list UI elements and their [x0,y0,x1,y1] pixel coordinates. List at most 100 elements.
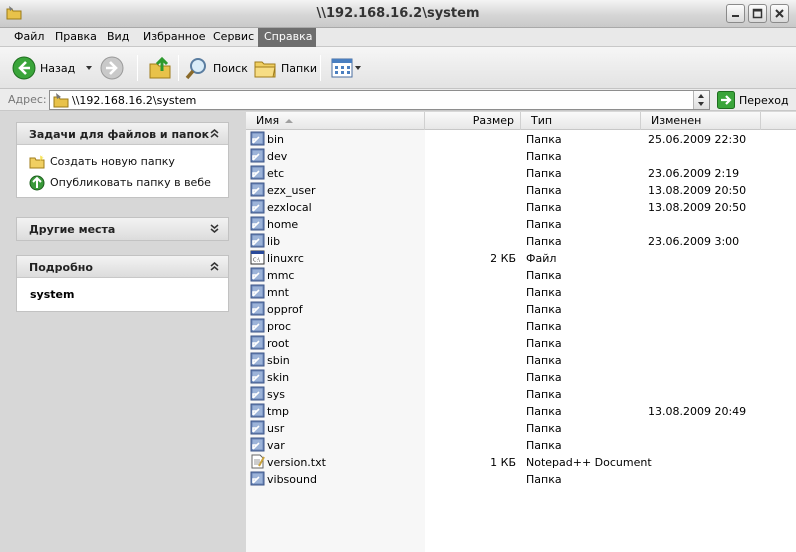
folder-shortcut-icon [250,165,265,180]
other-places-panel: Другие места [16,217,229,241]
toolbar-separator [320,55,321,81]
file-type: Папка [526,286,562,299]
address-input[interactable]: \\192.168.16.2\system [49,90,710,110]
file-icon: C:\ [250,250,265,265]
file-row[interactable]: proc Папка [246,318,796,335]
file-row[interactable]: sbin Папка [246,352,796,369]
go-button[interactable]: Переход [717,90,789,110]
file-row[interactable]: mmc Папка [246,267,796,284]
folder-shortcut-icon [250,437,265,452]
up-button[interactable] [148,53,172,83]
close-button[interactable] [770,4,789,23]
file-name: root [267,337,290,350]
file-modified: 23.06.2009 3:00 [648,235,740,248]
file-row[interactable]: ezx_user Папка 13.08.2009 20:50 [246,182,796,199]
file-type: Папка [526,320,562,333]
file-name: bin [267,133,285,146]
file-row[interactable]: root Папка [246,335,796,352]
folder-up-icon [149,56,171,79]
file-type: Папка [526,269,562,282]
folder-shortcut-icon [250,182,265,197]
folder-shortcut-icon [250,148,265,163]
address-dropdown-button[interactable] [693,91,709,109]
views-button[interactable] [330,53,362,83]
details-folder-name: system [30,288,75,301]
file-type: Файл [526,252,557,265]
minimize-button[interactable] [726,4,745,23]
other-places-header[interactable]: Другие места [17,218,228,240]
file-row[interactable]: usr Папка [246,420,796,437]
file-row[interactable]: C:\ linuxrc 2 КБ Файл [246,250,796,267]
close-icon [775,9,784,18]
file-type: Папка [526,439,562,452]
back-button[interactable]: Назад [12,53,95,83]
folder-shortcut-icon [250,369,265,384]
menu-favorites[interactable]: Избранное [137,28,211,47]
folder-shortcut-icon [250,267,265,282]
back-dropdown-icon[interactable] [83,63,95,73]
file-type: Папка [526,371,562,384]
file-name: ezxlocal [267,201,312,214]
details-header[interactable]: Подробно [17,256,228,278]
file-tasks-header[interactable]: Задачи для файлов и папок [17,123,228,145]
file-type: Папка [526,303,562,316]
file-row[interactable]: lib Папка 23.06.2009 3:00 [246,233,796,250]
folders-label: Папки [281,61,317,75]
file-row[interactable]: ezxlocal Папка 13.08.2009 20:50 [246,199,796,216]
menu-edit[interactable]: Правка [49,28,103,47]
back-arrow-icon [12,56,36,80]
file-row[interactable]: vibsound Папка [246,471,796,488]
file-name: dev [267,150,288,163]
column-header-name[interactable]: Имя [246,112,425,130]
file-row[interactable]: sys Папка [246,386,796,403]
title-bar: \\192.168.16.2\system [0,0,796,28]
file-name: usr [267,422,285,435]
file-name: version.txt [267,456,326,469]
file-row[interactable]: etc Папка 23.06.2009 2:19 [246,165,796,182]
file-name: tmp [267,405,290,418]
file-type: Папка [526,422,562,435]
file-list-view: Имя Размер Тип Изменен bin Папка 25.06.200… [246,112,796,552]
file-row[interactable]: version.txt 1 КБ Notepad++ Document [246,454,796,471]
collapse-chevron-icon [210,262,219,271]
column-header-modified[interactable]: Изменен [641,112,761,130]
file-type: Папка [526,218,562,231]
task-publish-web[interactable]: Опубликовать папку в вебе [17,172,228,193]
search-button[interactable]: Поиск [185,53,248,83]
menu-view[interactable]: Вид [101,28,135,47]
minimize-icon [732,15,739,17]
file-name: var [267,439,285,452]
text-document-icon [251,454,265,469]
file-name: vibsound [267,473,317,486]
maximize-button[interactable] [748,4,767,23]
menu-file[interactable]: Файл [8,28,50,47]
file-row[interactable]: var Папка [246,437,796,454]
folder-shortcut-icon [250,335,265,350]
file-row[interactable]: mnt Папка [246,284,796,301]
file-row[interactable]: dev Папка [246,148,796,165]
folders-button[interactable]: Папки [253,53,317,83]
address-text: \\192.168.16.2\system [72,94,197,107]
details-title: Подробно [29,261,93,274]
address-label: Адрес: [8,93,47,106]
column-header-type[interactable]: Тип [521,112,641,130]
toolbar: Назад Поиск Папки [0,47,796,89]
expand-chevron-icon [210,224,219,233]
folders-icon [254,61,276,78]
task-new-folder[interactable]: Создать новую папку [17,151,228,172]
file-type: Папка [526,388,562,401]
file-name: mnt [267,286,289,299]
file-type: Папка [526,354,562,367]
file-name: sbin [267,354,290,367]
column-header-size[interactable]: Размер [425,112,521,130]
menu-help[interactable]: Справка [258,28,316,47]
forward-button[interactable] [100,53,124,83]
file-row[interactable]: tmp Папка 13.08.2009 20:49 [246,403,796,420]
window-title: \\192.168.16.2\system [316,6,480,21]
file-row[interactable]: bin Папка 25.06.2009 22:30 [246,131,796,148]
file-row[interactable]: skin Папка [246,369,796,386]
new-folder-icon [29,154,45,168]
file-row[interactable]: home Папка [246,216,796,233]
file-row[interactable]: opprof Папка [246,301,796,318]
menu-tools[interactable]: Сервис [207,28,260,47]
